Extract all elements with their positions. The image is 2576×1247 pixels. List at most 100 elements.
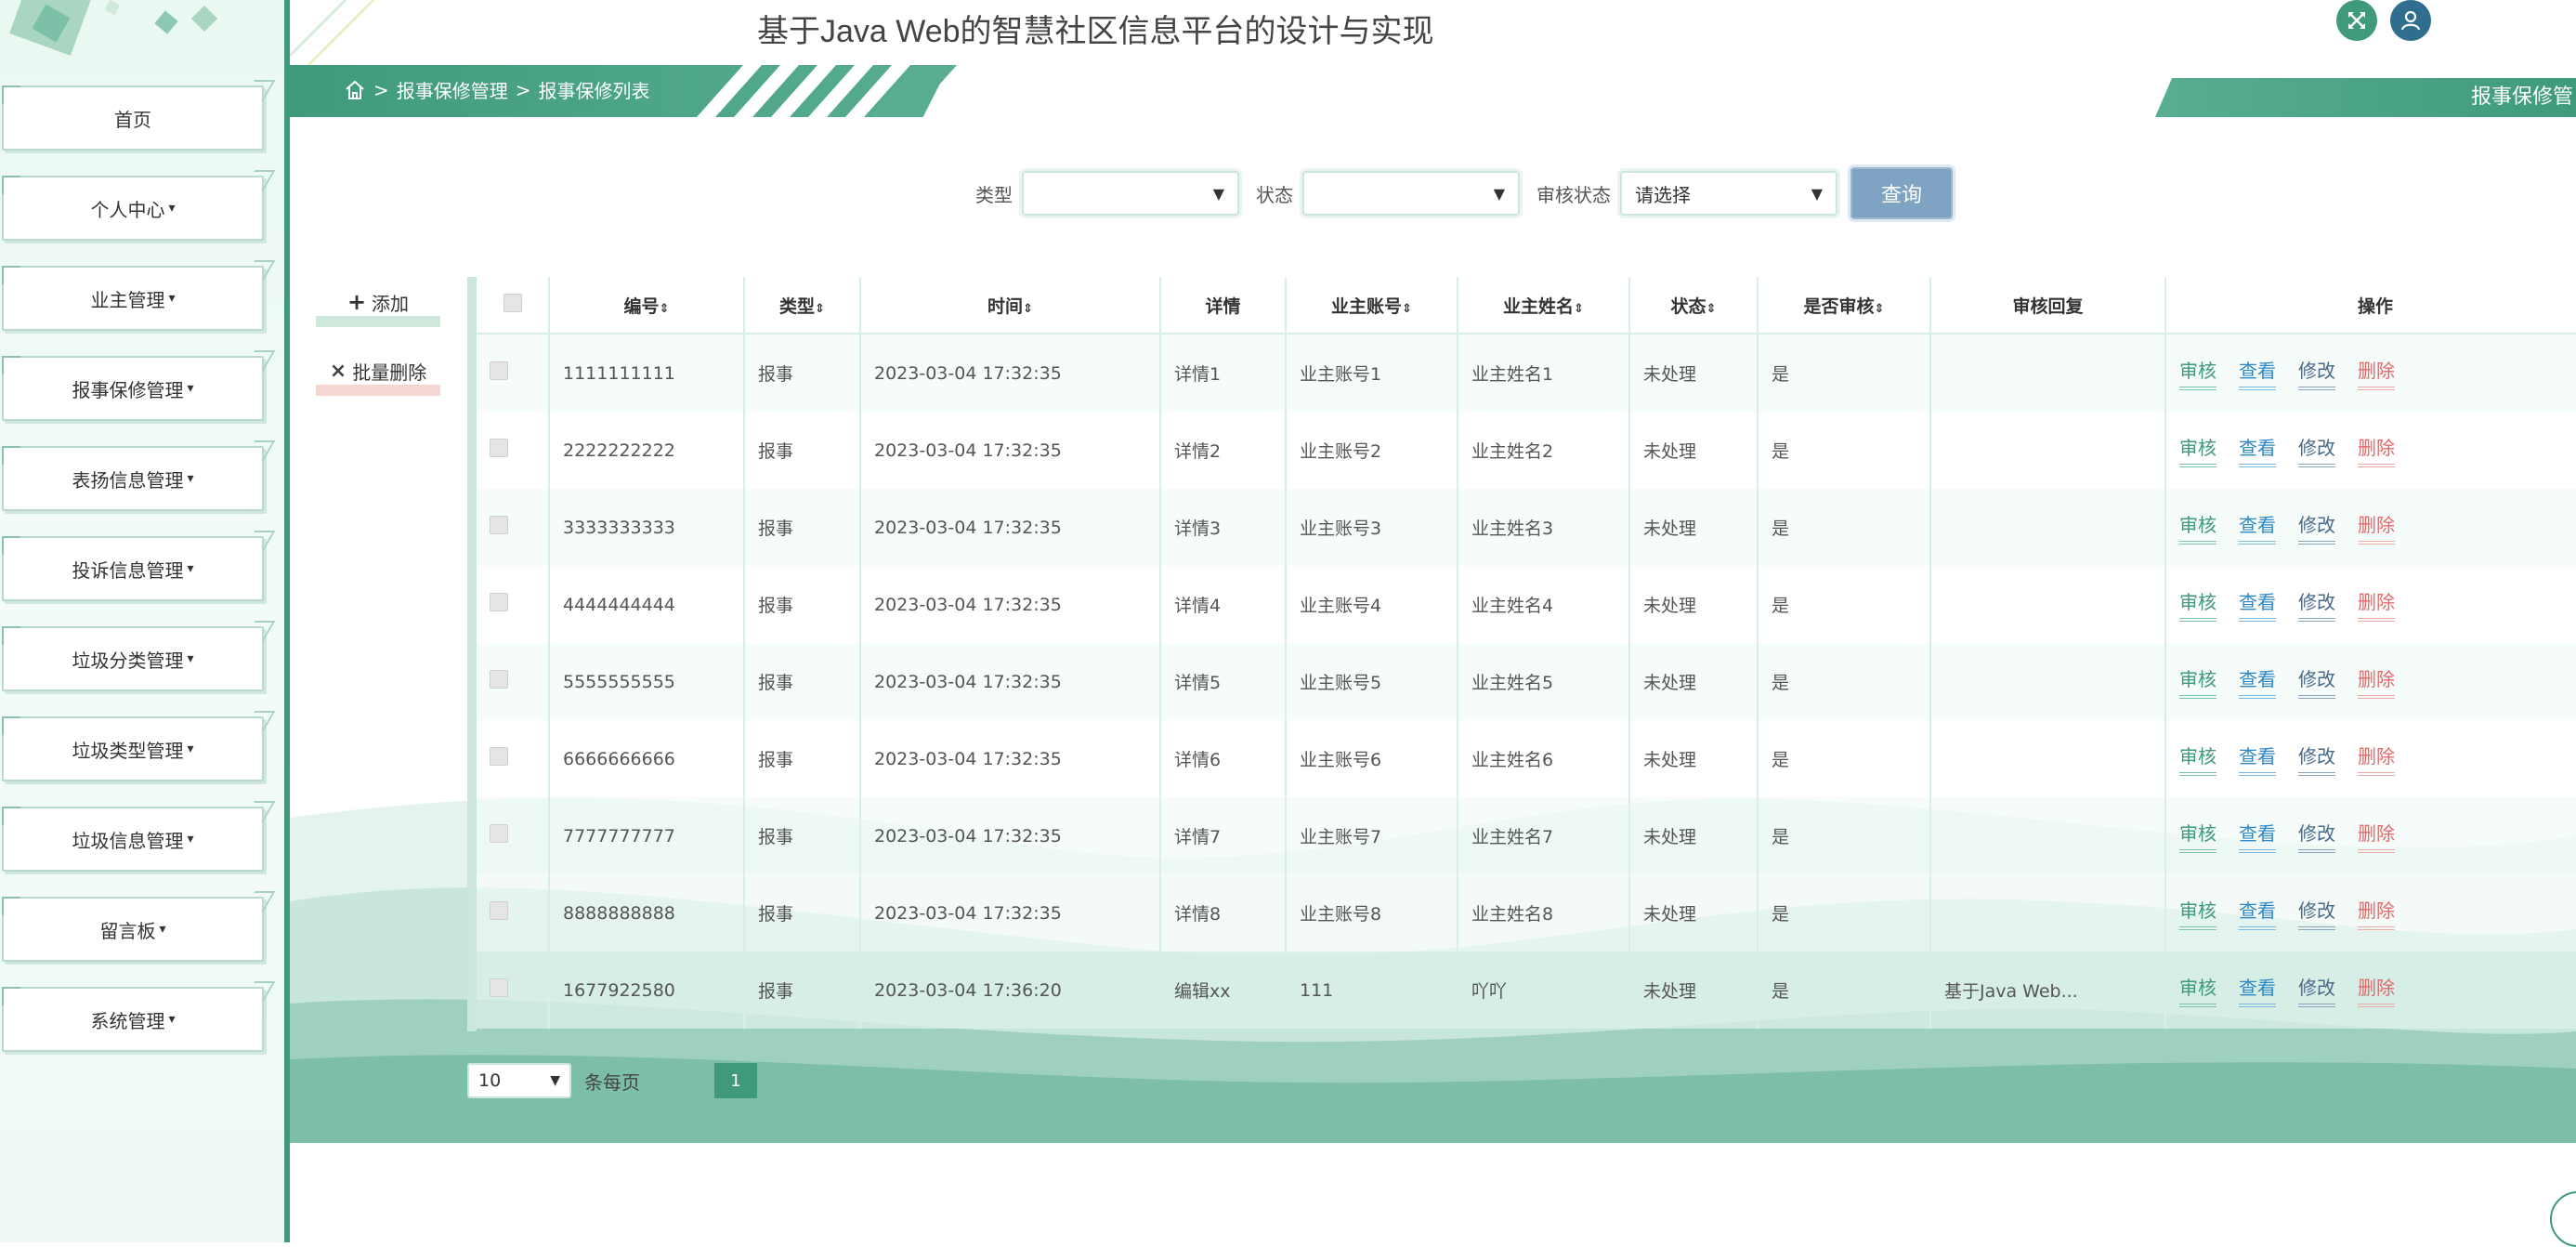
sidebar-item-personal-center[interactable]: 个人中心 ▾ [2,176,264,241]
cell-id: 8888888888 [549,874,745,952]
column-header-type[interactable]: 类型⇕ [744,277,861,335]
audit-link[interactable]: 审核 [2179,587,2216,622]
status-select[interactable]: ▼ [1302,171,1520,216]
audit-link[interactable]: 审核 [2179,973,2216,1007]
edit-link[interactable]: 修改 [2298,896,2335,930]
audit-link[interactable]: 审核 [2179,356,2216,390]
cell-detail: 详情7 [1160,797,1287,874]
edit-link[interactable]: 修改 [2298,510,2335,545]
cell-id: 2222222222 [549,412,745,489]
sidebar-item-garbage-category-management[interactable]: 垃圾分类管理 ▾ [2,626,264,691]
column-header-name[interactable]: 业主姓名⇕ [1458,277,1630,335]
delete-link[interactable]: 删除 [2358,356,2395,390]
view-link[interactable]: 查看 [2239,896,2276,930]
row-checkbox[interactable] [490,516,508,534]
cell-ops: 审核 查看 修改 删除 [2165,334,2576,412]
view-link[interactable]: 查看 [2239,510,2276,545]
delete-link[interactable]: 删除 [2358,664,2395,699]
sidebar-item-label: 留言板 [99,919,156,942]
audit-link[interactable]: 审核 [2179,510,2216,545]
audit-link[interactable]: 审核 [2179,819,2216,853]
add-button[interactable]: + 添加 [316,288,440,327]
column-header-audited[interactable]: 是否审核⇕ [1758,277,1931,335]
page-size-select[interactable]: 10 ▼ [467,1063,571,1098]
audit-status-select[interactable]: 请选择 ▼ [1620,171,1837,216]
batch-delete-button[interactable]: × 批量删除 [316,357,440,396]
audit-link[interactable]: 审核 [2179,896,2216,930]
row-checkbox[interactable] [490,593,508,611]
row-checkbox[interactable] [490,747,508,766]
delete-link[interactable]: 删除 [2358,973,2395,1007]
delete-link[interactable]: 删除 [2358,742,2395,776]
delete-link[interactable]: 删除 [2358,587,2395,622]
type-select[interactable]: ▼ [1022,171,1239,216]
cell-name: 业主姓名8 [1458,874,1630,952]
view-link[interactable]: 查看 [2239,664,2276,699]
edit-link[interactable]: 修改 [2298,356,2335,390]
sidebar-item-praise-management[interactable]: 表扬信息管理 ▾ [2,446,264,511]
page-title: 基于Java Web的智慧社区信息平台的设计与实现 [757,14,1434,49]
edit-link[interactable]: 修改 [2298,973,2335,1007]
fullscreen-button[interactable] [2336,0,2377,41]
query-button[interactable]: 查询 [1850,167,1953,219]
column-header-id[interactable]: 编号⇕ [549,277,745,335]
delete-link[interactable]: 删除 [2358,819,2395,853]
delete-link[interactable]: 删除 [2358,510,2395,545]
chevron-down-icon: ▼ [550,1073,560,1088]
column-header-status[interactable]: 状态⇕ [1629,277,1759,335]
audit-link[interactable]: 审核 [2179,742,2216,776]
row-checkbox[interactable] [490,824,508,843]
cell-account: 业主账号1 [1286,334,1458,412]
edit-link[interactable]: 修改 [2298,433,2335,467]
row-checkbox[interactable] [490,439,508,457]
row-checkbox[interactable] [490,670,508,689]
home-icon[interactable] [344,79,366,101]
view-link[interactable]: 查看 [2239,356,2276,390]
column-header-account[interactable]: 业主账号⇕ [1286,277,1458,335]
sidebar-item-complaint-management[interactable]: 投诉信息管理 ▾ [2,536,264,601]
table-row: 4444444444 报事 2023-03-04 17:32:35 详情4 业主账号4 业… [477,566,2576,643]
view-link[interactable]: 查看 [2239,819,2276,853]
audit-link[interactable]: 审核 [2179,664,2216,699]
view-link[interactable]: 查看 [2239,587,2276,622]
sidebar-item-garbage-info-management[interactable]: 垃圾信息管理 ▾ [2,807,264,872]
cell-status: 未处理 [1629,334,1759,412]
cell-time: 2023-03-04 17:32:35 [860,489,1161,566]
sidebar-item-message-board[interactable]: 留言板 ▾ [2,897,264,962]
page-number-button[interactable]: 1 [714,1063,757,1098]
row-select-cell [477,720,550,797]
edit-link[interactable]: 修改 [2298,664,2335,699]
sidebar-item-home[interactable]: 首页 [2,85,264,151]
row-select-cell [477,334,550,412]
cell-type: 报事 [744,489,861,566]
user-button[interactable] [2390,0,2431,41]
select-all-checkbox[interactable] [503,293,522,312]
sidebar-item-owner-management[interactable]: 业主管理 ▾ [2,266,264,331]
cell-detail: 编辑xx [1160,952,1287,1029]
sidebar-item-repair-management[interactable]: 报事保修管理 ▾ [2,356,264,421]
audit-link[interactable]: 审核 [2179,433,2216,467]
sidebar-item-system-management[interactable]: 系统管理 ▾ [2,987,264,1052]
cell-reply [1930,566,2166,643]
column-header-time[interactable]: 时间⇕ [860,277,1161,335]
view-link[interactable]: 查看 [2239,742,2276,776]
cell-reply [1930,643,2166,720]
cell-name: 业主姓名5 [1458,643,1630,720]
delete-link[interactable]: 删除 [2358,896,2395,930]
view-link[interactable]: 查看 [2239,973,2276,1007]
row-checkbox[interactable] [490,978,508,997]
row-checkbox[interactable] [490,361,508,380]
cell-detail: 详情2 [1160,412,1287,489]
breadcrumb-stripes [697,65,957,117]
pagination: 10 ▼ 条每页 1 [467,1063,757,1098]
sidebar-item-garbage-type-management[interactable]: 垃圾类型管理 ▾ [2,716,264,781]
edit-link[interactable]: 修改 [2298,742,2335,776]
sort-icon: ⇕ [1574,301,1584,316]
edit-link[interactable]: 修改 [2298,587,2335,622]
edit-link[interactable]: 修改 [2298,819,2335,853]
view-link[interactable]: 查看 [2239,433,2276,467]
row-checkbox[interactable] [490,901,508,920]
cell-name: 业主姓名2 [1458,412,1630,489]
delete-link[interactable]: 删除 [2358,433,2395,467]
breadcrumb-level1[interactable]: 报事保修管理 [397,76,508,103]
